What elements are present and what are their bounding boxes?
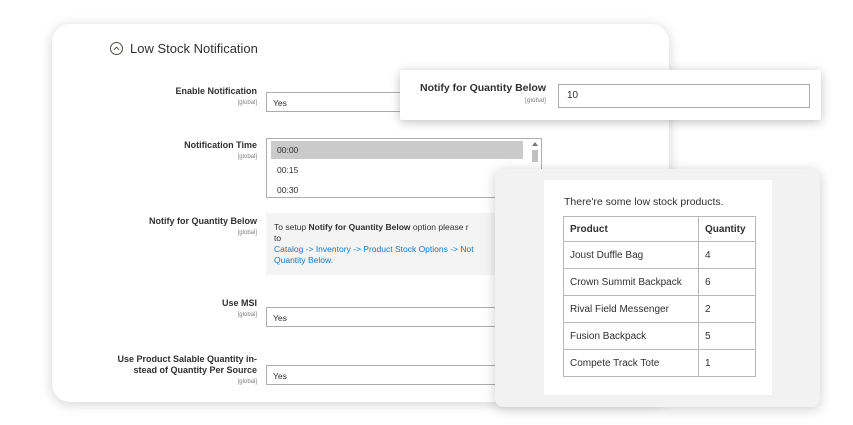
quantity-cell: 2 (698, 295, 756, 323)
scroll-up-icon[interactable] (532, 142, 538, 146)
note-bold: Notify for Quantity Below (308, 222, 411, 232)
scroll-thumb[interactable] (532, 150, 538, 162)
use-msi-text: Use MSI (221, 298, 257, 308)
quantity-cell: 4 (698, 241, 756, 269)
time-option[interactable]: 00:30 (271, 181, 523, 199)
table-row: Rival Field Messenger 2 (563, 295, 756, 323)
use-salable-scope: [global] (237, 379, 257, 385)
table-row: Compete Track Tote 1 (563, 349, 756, 377)
enable-notification-label: Enable Notification [global] (52, 86, 257, 109)
quantity-cell: 5 (698, 322, 756, 350)
email-body: There're some low stock products. Produc… (544, 180, 772, 395)
table-row: Joust Duffle Bag 4 (563, 241, 756, 269)
use-msi-scope: [global] (237, 312, 257, 318)
note-suffix: option please r (410, 222, 469, 232)
enable-notification-scope: [global] (237, 100, 257, 106)
table-row: Fusion Backpack 5 (563, 322, 756, 350)
use-salable-text-2: stead of Quantity Per Source (133, 365, 257, 375)
product-cell: Crown Summit Backpack (563, 268, 699, 296)
note-to: to (274, 233, 282, 243)
column-header-product: Product (563, 216, 699, 242)
column-header-quantity: Quantity (698, 216, 756, 242)
product-cell: Joust Duffle Bag (563, 241, 699, 269)
collapse-icon[interactable] (110, 42, 123, 55)
notify-popup-text: Notify for Quantity Below (420, 82, 546, 94)
section-title: Low Stock Notification (130, 41, 258, 56)
notification-time-label: Notification Time [global] (52, 140, 257, 163)
quantity-cell: 1 (698, 349, 756, 377)
table-row: Crown Summit Backpack 6 (563, 268, 756, 296)
product-cell: Fusion Backpack (563, 322, 699, 350)
notify-qty-scope: [global] (237, 230, 257, 236)
notify-qty-input[interactable]: 10 (558, 84, 810, 108)
note-link-2[interactable]: Quantity Below. (274, 255, 333, 265)
notify-popup-scope: [global] (525, 97, 546, 104)
notify-qty-popup: Notify for Quantity Below [global] 10 (400, 70, 821, 120)
notify-qty-label: Notify for Quantity Below [global] (52, 216, 257, 239)
quantity-cell: 6 (698, 268, 756, 296)
notify-qty-text: Notify for Quantity Below (149, 216, 257, 226)
enable-notification-text: Enable Notification (175, 86, 257, 96)
notify-popup-label: Notify for Quantity Below [global] (410, 82, 546, 107)
use-salable-text-1: Use Product Salable Quantity in- (117, 354, 257, 364)
low-stock-table: Product Quantity Joust Duffle Bag 4 Crow… (563, 216, 756, 377)
note-prefix: To setup (274, 222, 309, 232)
table-header-row: Product Quantity (563, 216, 756, 242)
time-option[interactable]: 00:15 (271, 161, 523, 179)
notification-time-scope: [global] (237, 154, 257, 160)
product-cell: Rival Field Messenger (563, 295, 699, 323)
time-option[interactable]: 00:00 (271, 141, 523, 159)
email-intro: There're some low stock products. (564, 196, 724, 208)
product-cell: Compete Track Tote (563, 349, 699, 377)
note-link[interactable]: Catalog -> Inventory -> Product Stock Op… (274, 244, 474, 254)
section-header[interactable]: Low Stock Notification (110, 41, 258, 56)
notification-time-text: Notification Time (184, 140, 257, 150)
email-preview-popup: There're some low stock products. Produc… (495, 169, 820, 407)
use-salable-label: Use Product Salable Quantity in- stead o… (52, 354, 257, 388)
use-msi-label: Use MSI [global] (52, 298, 257, 321)
